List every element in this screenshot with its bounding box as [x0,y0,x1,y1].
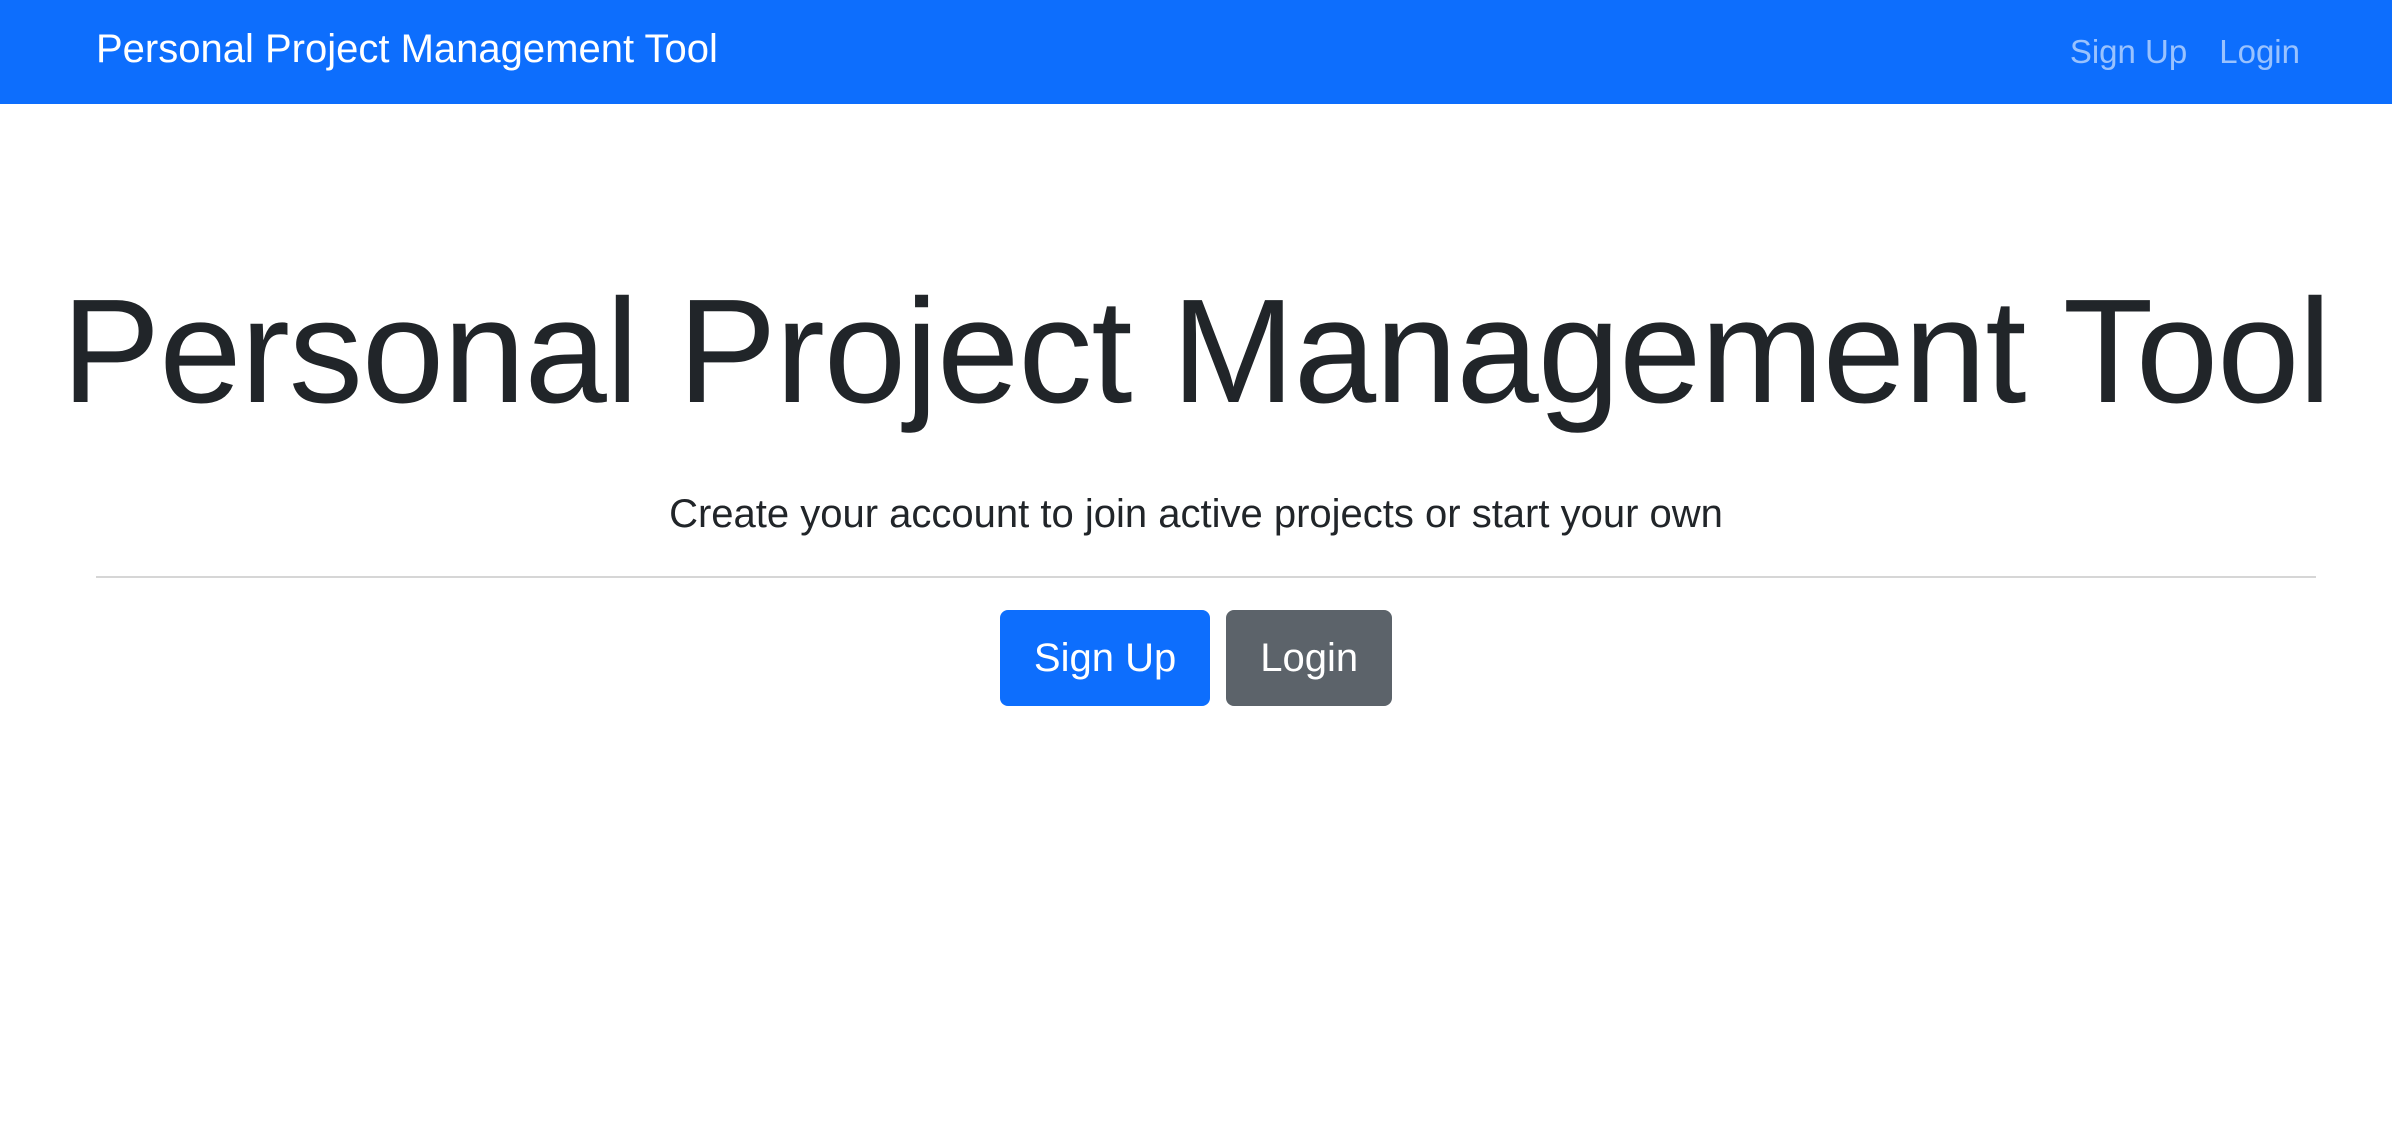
hero-lead-text: Create your account to join active proje… [669,492,1723,536]
nav-signup-link[interactable]: Sign Up [2070,33,2187,71]
page-title: Personal Project Management Tool [61,269,2332,434]
hero-actions: Sign Up Login [0,610,2392,706]
brand-link[interactable]: Personal Project Management Tool [96,0,718,104]
divider [96,576,2316,578]
signup-button[interactable]: Sign Up [999,610,1211,706]
top-navbar: Personal Project Management Tool Sign Up… [0,0,2392,104]
nav-login-link[interactable]: Login [2219,33,2300,71]
login-button[interactable]: Login [1226,610,1393,706]
nav-links: Sign Up Login [2070,0,2300,104]
